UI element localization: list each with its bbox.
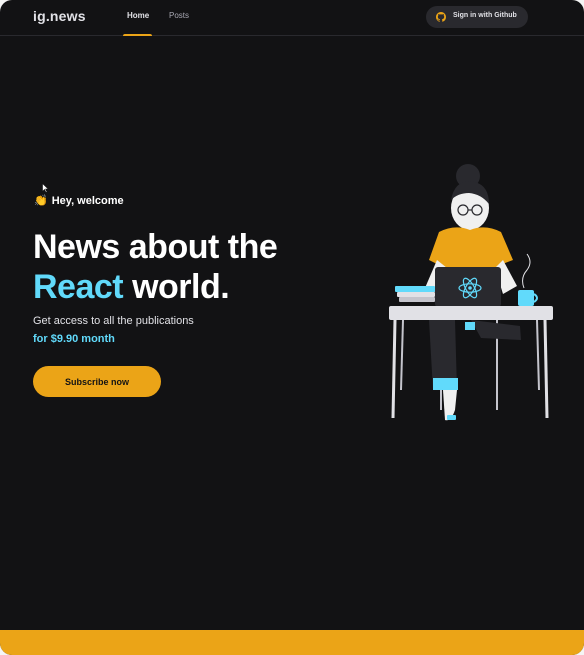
nav-home-link[interactable]: Home (122, 11, 153, 36)
signin-label: Sign in with Github (453, 12, 517, 19)
logo[interactable]: ig.news (33, 8, 86, 24)
headline-accent: React (33, 268, 124, 306)
github-icon (436, 12, 446, 22)
subtext-line: Get access to all the publications (33, 315, 194, 327)
app-window: ig.news Home Posts Sign in with Github 👏… (0, 0, 584, 655)
signin-github-button[interactable]: Sign in with Github (426, 6, 528, 28)
headline-rest: world. (132, 268, 230, 306)
clapping-hands-icon: 👏 (34, 195, 48, 207)
subtext: Get access to all the publications for $… (33, 312, 194, 348)
avatar-illustration (389, 164, 553, 421)
greeting-text: Hey, welcome (51, 195, 124, 207)
page-title: News about the React world. (33, 227, 278, 307)
header: ig.news Home Posts Sign in with Github (0, 0, 584, 36)
subscribe-button[interactable]: Subscribe now (33, 366, 161, 397)
footer-bar (0, 630, 584, 655)
greeting: 👏 Hey, welcome (34, 194, 124, 207)
price-text: for $9.90 month (33, 333, 115, 345)
nav-posts-link[interactable]: Posts (169, 11, 189, 36)
mouse-cursor-icon (42, 183, 49, 193)
headline-line1: News about the (33, 228, 278, 266)
